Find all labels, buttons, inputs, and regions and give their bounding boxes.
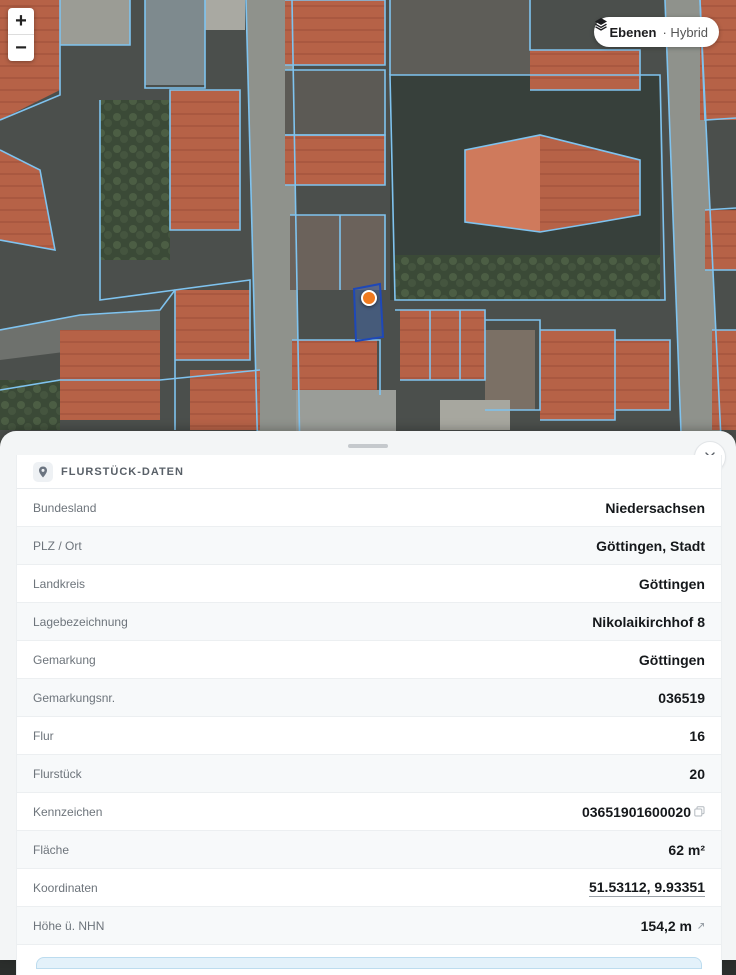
row-label: Bundesland xyxy=(33,500,97,515)
row-hoehe: Höhe ü. NHN 154,2 m xyxy=(17,907,721,945)
kennzeichen-value: 03651901600020 xyxy=(581,803,691,820)
row-value: 16 xyxy=(689,727,705,744)
parcel-sheet: FLURSTÜCK-DATEN Bundesland Niedersachsen… xyxy=(0,431,736,975)
zoom-in-button[interactable]: + xyxy=(8,8,34,34)
row-label: Flurstück xyxy=(33,766,82,781)
row-gemarkung: Gemarkung Göttingen xyxy=(17,641,721,679)
row-value: Göttingen, Stadt xyxy=(596,537,705,554)
map-view[interactable]: + − Ebenen · Hybrid xyxy=(0,0,736,460)
external-link-icon[interactable] xyxy=(697,922,705,930)
row-label: Gemarkung xyxy=(33,652,96,667)
row-label: Kennzeichen xyxy=(33,804,103,819)
row-koordinaten: Koordinaten 51.53112, 9.93351 xyxy=(17,869,721,907)
row-label: PLZ / Ort xyxy=(33,538,82,553)
row-value: 154,2 m xyxy=(641,918,705,934)
row-bundesland: Bundesland Niedersachsen xyxy=(17,489,721,527)
row-label: Landkreis xyxy=(33,576,86,591)
row-value: 51.53112, 9.93351 xyxy=(588,879,705,897)
zoom-out-button[interactable]: − xyxy=(8,34,34,61)
row-value: Göttingen xyxy=(638,651,705,668)
aerial-map[interactable] xyxy=(0,0,736,460)
row-label: Koordinaten xyxy=(33,880,98,895)
row-value: Niedersachsen xyxy=(605,499,705,516)
layers-mode: · Hybrid xyxy=(662,24,708,40)
row-value: Göttingen xyxy=(638,575,705,592)
zoom-control: + − xyxy=(8,8,34,61)
row-value: 03651901600020 xyxy=(582,804,705,820)
row-label: Gemarkungsnr. xyxy=(33,690,116,705)
row-gemarkungsnr: Gemarkungsnr. 036519 xyxy=(17,679,721,717)
bottom-action-bar[interactable] xyxy=(36,957,702,969)
row-label: Höhe ü. NHN xyxy=(33,918,105,933)
row-value: 62 m² xyxy=(668,841,705,858)
row-flur: Flur 16 xyxy=(17,717,721,755)
hoehe-value: 154,2 m xyxy=(640,917,692,934)
card-title: FLURSTÜCK-DATEN xyxy=(61,465,184,478)
location-marker-icon[interactable] xyxy=(361,290,377,306)
row-plz-ort: PLZ / Ort Göttingen, Stadt xyxy=(17,527,721,565)
row-flurstueck: Flurstück 20 xyxy=(17,755,721,793)
row-lagebezeichnung: Lagebezeichnung Nikolaikirchhof 8 xyxy=(17,603,721,641)
parcel-data-card: FLURSTÜCK-DATEN Bundesland Niedersachsen… xyxy=(16,455,722,975)
row-label: Fläche xyxy=(33,842,70,857)
layers-label: Ebenen xyxy=(609,24,657,40)
card-header: FLURSTÜCK-DATEN xyxy=(17,455,721,489)
row-value: Nikolaikirchhof 8 xyxy=(592,613,705,630)
pin-icon xyxy=(33,461,53,482)
copy-icon[interactable] xyxy=(694,806,705,817)
row-kennzeichen: Kennzeichen 03651901600020 xyxy=(17,793,721,831)
row-value: 036519 xyxy=(658,689,705,706)
row-value: 20 xyxy=(689,765,705,782)
coordinates-link[interactable]: 51.53112, 9.93351 xyxy=(588,879,705,897)
layers-button[interactable]: Ebenen · Hybrid xyxy=(593,17,719,47)
row-landkreis: Landkreis Göttingen xyxy=(17,565,721,603)
row-flaeche: Fläche 62 m² xyxy=(17,831,721,869)
row-label: Flur xyxy=(33,728,54,743)
row-label: Lagebezeichnung xyxy=(33,614,128,629)
sheet-grab-handle[interactable] xyxy=(348,444,388,448)
